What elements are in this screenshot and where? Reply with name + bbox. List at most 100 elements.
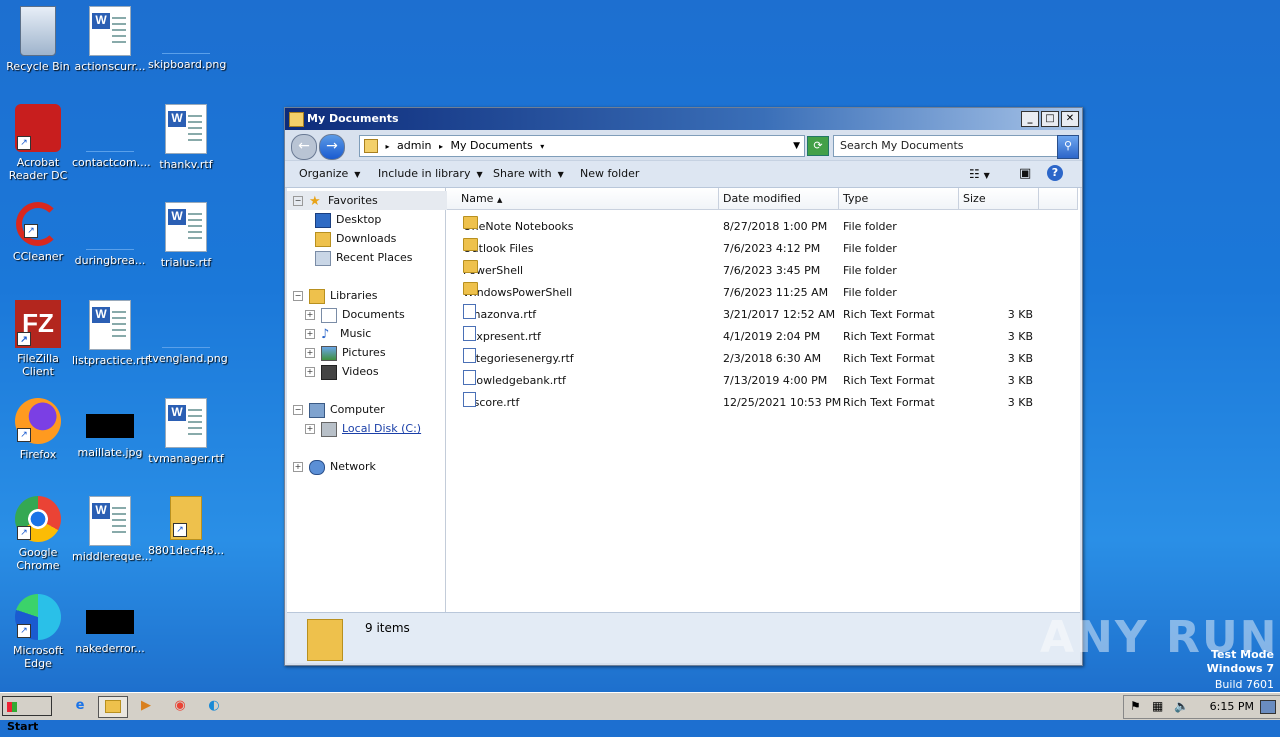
file-date: 12/25/2021 10:53 PM — [723, 396, 842, 409]
nav-videos[interactable]: + Videos — [305, 362, 379, 381]
desktop-icon-acrobat[interactable]: ↗ Acrobat Reader DC — [0, 104, 76, 182]
explorer-taskbar-button[interactable] — [98, 696, 128, 718]
action-center-flag-icon[interactable]: ⚑ — [1130, 699, 1141, 713]
minimize-button[interactable]: _ — [1021, 111, 1039, 127]
nav-downloads[interactable]: Downloads — [315, 229, 396, 248]
desktop-icon-thankv[interactable]: thankv.rtf — [148, 104, 224, 171]
nav-desktop[interactable]: Desktop — [315, 210, 381, 229]
collapse-icon[interactable]: − — [293, 291, 303, 301]
desktop-icon-middlereque[interactable]: middlereque... — [72, 496, 152, 563]
column-header-date[interactable]: Date modified — [719, 188, 839, 210]
column-header-size[interactable]: Size — [959, 188, 1039, 210]
chrome-taskbar-icon[interactable]: ◉ — [166, 696, 194, 716]
close-button[interactable]: ✕ — [1061, 111, 1079, 127]
nav-libraries[interactable]: − Libraries — [293, 286, 378, 305]
file-row[interactable]: PowerShell 7/6/2023 3:45 PM File folder — [447, 260, 1080, 282]
new-folder-button[interactable]: New folder — [580, 161, 639, 187]
preview-pane-icon[interactable]: ▣ — [1019, 161, 1031, 187]
start-button[interactable]: Start — [2, 696, 52, 733]
address-dropdown-icon[interactable]: ▼ — [793, 136, 800, 156]
desktop-icon-maillate[interactable]: maillate.jpg — [72, 398, 148, 459]
title-bar[interactable]: My Documents _ □ ✕ — [285, 108, 1082, 130]
nav-music[interactable]: + ♪ Music — [305, 324, 371, 343]
collapse-icon[interactable]: − — [293, 405, 303, 415]
desktop-icon-8801decf48[interactable]: ↗ 8801decf48... — [148, 496, 224, 557]
chrome-icon: ↗ — [15, 496, 61, 542]
desktop-icon-skipboard[interactable]: skipboard.png — [148, 6, 226, 71]
file-size: 3 KB — [1007, 374, 1033, 387]
nav-network[interactable]: + Network — [293, 457, 376, 476]
clock[interactable]: 6:15 PM — [1210, 696, 1254, 718]
file-row[interactable]: amazonva.rtf 3/21/2017 12:52 AM Rich Text … — [447, 304, 1080, 326]
internet-explorer-icon[interactable]: e — [66, 696, 94, 716]
desktop-icon-contactcom[interactable]: contactcom.... — [72, 104, 151, 169]
collapse-icon[interactable]: − — [293, 196, 303, 206]
refresh-button[interactable]: ⟳ — [807, 136, 829, 156]
address-bar[interactable]: ▸ admin ▸ My Documents ▾ ▼ — [359, 135, 805, 157]
nav-pictures[interactable]: + Pictures — [305, 343, 386, 362]
column-header-type[interactable]: Type — [839, 188, 959, 210]
edge-taskbar-icon[interactable]: ◐ — [200, 696, 228, 716]
desktop-icon-duringbrea[interactable]: duringbrea... — [72, 202, 148, 267]
file-row[interactable]: WindowsPowerShell 7/6/2023 11:25 AM File f… — [447, 282, 1080, 304]
expand-icon[interactable]: + — [305, 348, 315, 358]
desktop-icon-filezilla[interactable]: FZ ↗ FileZilla Client — [0, 300, 76, 378]
help-icon[interactable]: ? — [1047, 165, 1063, 181]
view-options-icon[interactable]: ☷ ▼ — [969, 161, 990, 189]
desktop-icon-listpractice[interactable]: listpractice.rtf — [72, 300, 149, 367]
desktop-icon-chrome[interactable]: ↗ Google Chrome — [0, 496, 76, 572]
desktop-icon-nakederror[interactable]: nakederror... — [72, 594, 148, 655]
nav-local-disk[interactable]: + Local Disk (C:) — [305, 419, 421, 438]
breadcrumb-admin[interactable]: admin — [397, 139, 431, 152]
file-name-cell: Outlook Files — [463, 238, 533, 260]
network-tray-icon[interactable]: ▦ — [1152, 699, 1163, 713]
windows-logo-icon — [7, 702, 17, 712]
nav-label: Videos — [342, 365, 379, 378]
file-row[interactable]: knowledgebank.rtf 7/13/2019 4:00 PM Rich T… — [447, 370, 1080, 392]
expand-icon[interactable]: + — [305, 329, 315, 339]
show-desktop-icon[interactable] — [1260, 700, 1276, 714]
nav-documents[interactable]: + Documents — [305, 305, 405, 324]
desktop-icon-firefox[interactable]: ↗ Firefox — [0, 398, 76, 461]
column-header-name[interactable]: Name ▲ — [447, 188, 719, 210]
desktop-icon-tvmanager[interactable]: tvmanager.rtf — [148, 398, 224, 465]
desktop-icon-edge[interactable]: ↗ Microsoft Edge — [0, 594, 76, 670]
breadcrumb-my-documents[interactable]: My Documents — [451, 139, 533, 152]
share-with-button[interactable]: Share with ▼ — [493, 161, 564, 188]
nav-label: Downloads — [336, 232, 397, 245]
nav-label: Computer — [330, 403, 385, 416]
organize-button[interactable]: Organize ▼ — [299, 161, 360, 188]
windows-version-label: Windows 7 — [1206, 662, 1274, 675]
search-icon[interactable]: ⚲ — [1057, 135, 1079, 159]
nav-recent-places[interactable]: Recent Places — [315, 248, 413, 267]
expand-icon[interactable]: + — [293, 462, 303, 472]
file-name-cell: PowerShell — [463, 260, 523, 282]
nav-label: Network — [330, 460, 376, 473]
expand-icon[interactable]: + — [305, 367, 315, 377]
image-file-icon — [162, 6, 210, 54]
file-row[interactable]: boxpresent.rtf 4/1/2019 2:04 PM Rich Text … — [447, 326, 1080, 348]
expand-icon[interactable]: + — [305, 424, 315, 434]
chevron-down-icon: ▼ — [557, 170, 564, 179]
desktop-icon-actionscurr[interactable]: actionscurr... — [72, 6, 148, 73]
file-row[interactable]: ofscore.rtf 12/25/2021 10:53 PM Rich Text … — [447, 392, 1080, 414]
back-button[interactable]: ← — [291, 134, 317, 160]
maximize-button[interactable]: □ — [1041, 111, 1059, 127]
file-row[interactable]: Outlook Files 7/6/2023 4:12 PM File folder — [447, 238, 1080, 260]
include-in-library-button[interactable]: Include in library ▼ — [378, 161, 483, 188]
folder-icon: ↗ — [170, 496, 202, 540]
expand-icon[interactable]: + — [305, 310, 315, 320]
desktop-icon-ccleaner[interactable]: ↗ CCleaner — [0, 202, 76, 263]
search-input[interactable]: Search My Documents — [833, 135, 1065, 157]
file-row[interactable]: OneNote Notebooks 8/27/2018 1:00 PM File f… — [447, 216, 1080, 238]
desktop-icon-trialus[interactable]: trialus.rtf — [148, 202, 224, 269]
file-row[interactable]: categoriesenergy.rtf 2/3/2018 6:30 AM Rich… — [447, 348, 1080, 370]
forward-button[interactable]: → — [319, 134, 345, 160]
volume-icon[interactable]: 🔈 — [1174, 699, 1189, 713]
nav-favorites[interactable]: − ★ Favorites — [287, 191, 449, 210]
desktop-icon-recycle-bin[interactable]: Recycle Bin — [0, 6, 76, 73]
media-player-icon[interactable]: ▶ — [132, 696, 160, 716]
desktop-icon-tvengland[interactable]: tvengland.png — [148, 300, 228, 365]
word-document-icon — [89, 300, 131, 350]
nav-computer[interactable]: − Computer — [293, 400, 385, 419]
